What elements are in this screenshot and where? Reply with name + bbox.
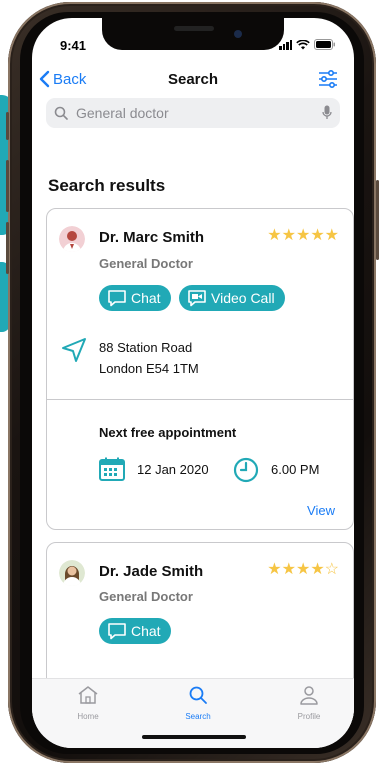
- star-icon: ★: [281, 227, 296, 244]
- speaker-grille: [174, 26, 214, 31]
- star-icon: ★: [310, 561, 325, 578]
- tab-label: Home: [77, 712, 99, 721]
- microphone-icon[interactable]: [322, 105, 332, 121]
- filter-button[interactable]: [318, 69, 338, 93]
- phone-volume-up-button: [6, 160, 9, 212]
- star-outline-icon: ☆: [324, 561, 339, 578]
- star-icon: ★: [267, 227, 282, 244]
- tab-search[interactable]: Search: [168, 685, 228, 721]
- star-icon: ★: [324, 227, 339, 244]
- appointment-time: 6.00 PM: [271, 462, 320, 477]
- search-input[interactable]: [74, 104, 322, 122]
- star-icon: ★: [295, 561, 311, 578]
- cellular-signal-icon: [279, 39, 292, 50]
- chat-bubble-icon: [108, 623, 126, 640]
- tab-label: Profile: [297, 712, 321, 721]
- doctor-specialty: General Doctor: [99, 256, 193, 271]
- status-time: 9:41: [60, 38, 87, 53]
- location-arrow-icon: [62, 338, 86, 362]
- tab-home[interactable]: Home: [58, 685, 118, 721]
- chat-label: Chat: [131, 290, 161, 306]
- address-line-2: London E54 1TM: [99, 361, 199, 376]
- chat-button[interactable]: Chat: [99, 618, 171, 644]
- section-title: Search results: [48, 176, 166, 195]
- address-line-1: 88 Station Road: [99, 340, 193, 355]
- notch: [102, 18, 284, 50]
- doctor-address: 88 Station Road London E54 1TM: [99, 337, 199, 379]
- filter-sliders-icon: [319, 69, 337, 89]
- star-icon: ★: [310, 227, 325, 244]
- tab-label: Search: [185, 712, 211, 721]
- phone-side-button: [6, 112, 9, 140]
- profile-icon: [300, 686, 318, 705]
- avatar: [59, 560, 85, 586]
- wifi-icon: [296, 39, 310, 50]
- star-icon: ★: [267, 561, 282, 578]
- avatar: [59, 226, 85, 252]
- doctor-name: Dr. Marc Smith: [99, 229, 205, 246]
- star-icon: ★: [281, 561, 296, 578]
- home-indicator[interactable]: [142, 735, 246, 739]
- rating-stars: ★ ★ ★ ★ ☆: [267, 562, 339, 578]
- doctor-name: Dr. Jade Smith: [99, 563, 204, 580]
- star-icon: ★: [295, 227, 311, 244]
- chat-label: Chat: [131, 623, 161, 639]
- video-call-button[interactable]: Video Call: [179, 285, 285, 311]
- search-icon: [189, 686, 207, 704]
- home-icon: [78, 686, 98, 704]
- chat-bubble-icon: [108, 290, 126, 307]
- clock-icon: [233, 457, 259, 483]
- doctor-card[interactable]: Dr. Marc Smith ★ ★ ★ ★ ★ General Doctor …: [46, 208, 354, 530]
- video-call-label: Video Call: [211, 290, 275, 306]
- battery-icon: [314, 39, 336, 50]
- doctor-specialty: General Doctor: [99, 589, 193, 604]
- chat-button[interactable]: Chat: [99, 285, 171, 311]
- calendar-icon: [99, 457, 125, 481]
- tab-profile[interactable]: Profile: [279, 685, 339, 721]
- status-icons: [279, 39, 336, 50]
- phone-screen: 9:41 Back Search Search results: [32, 18, 354, 748]
- view-link[interactable]: View: [307, 503, 335, 518]
- phone-volume-down-button: [6, 222, 9, 274]
- next-appointment-title: Next free appointment: [99, 425, 237, 440]
- appointment-date: 12 Jan 2020: [137, 462, 209, 477]
- search-icon: [54, 106, 68, 120]
- search-bar: [46, 98, 340, 128]
- divider: [47, 399, 353, 400]
- page-title: Search: [167, 71, 219, 88]
- phone-power-button: [376, 180, 379, 260]
- video-camera-icon: [188, 290, 206, 307]
- rating-stars: ★ ★ ★ ★ ★: [267, 228, 339, 244]
- front-camera: [234, 30, 242, 38]
